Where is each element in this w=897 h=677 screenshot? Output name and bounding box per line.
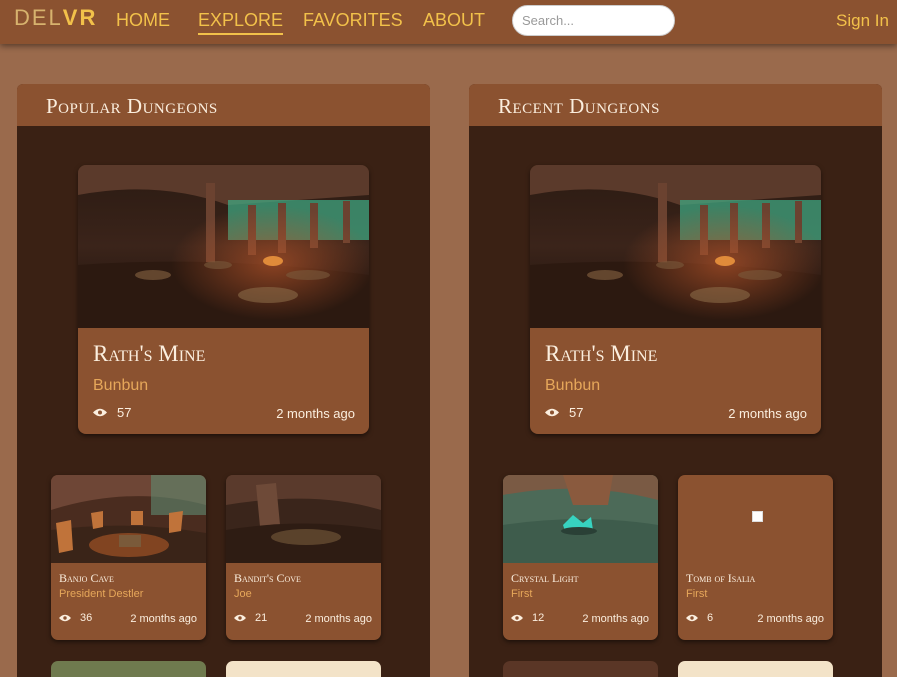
dungeon-title: Crystal Light <box>511 571 579 585</box>
dungeon-card[interactable]: Bandit's Cove Joe 21 2 months ago <box>226 475 381 640</box>
dungeon-title: Rath's Mine <box>93 341 206 366</box>
dungeon-card[interactable]: Tomb of Isalia First 6 2 months ago <box>678 475 833 640</box>
dungeon-date: 2 months ago <box>582 613 649 625</box>
dungeon-card-partial[interactable] <box>226 661 381 677</box>
dungeon-thumbnail <box>503 475 658 563</box>
sign-in-link[interactable]: Sign In <box>836 11 889 31</box>
dungeon-author-link[interactable]: President Destler <box>59 588 143 600</box>
nav-favorites-link[interactable]: FAVORITES <box>303 10 403 31</box>
search-input[interactable] <box>512 5 675 36</box>
dungeon-card-partial[interactable] <box>503 661 658 677</box>
featured-dungeon-card[interactable]: Rath's Mine Bunbun 57 2 months ago <box>78 165 369 434</box>
dungeon-title: Rath's Mine <box>545 341 658 366</box>
view-count: 6 <box>686 612 713 624</box>
view-count: 36 <box>59 612 92 624</box>
eye-icon <box>59 614 71 622</box>
dungeon-title: Tomb of Isalia <box>686 571 756 585</box>
dungeon-card-partial[interactable] <box>51 661 206 677</box>
nav-explore-link[interactable]: EXPLORE <box>198 10 284 35</box>
dungeon-title: Bandit's Cove <box>234 571 301 585</box>
recent-dungeons-panel: Recent Dungeons Rath's Mine Bunbun 57 2 … <box>469 84 882 677</box>
view-count-value: 57 <box>117 405 132 420</box>
dungeon-thumbnail <box>226 475 381 563</box>
eye-icon <box>93 408 107 417</box>
view-count: 57 <box>93 405 131 420</box>
dungeon-author-link[interactable]: Bunbun <box>93 377 148 395</box>
eye-icon <box>545 408 559 417</box>
popular-dungeons-panel: Popular Dungeons Rath's Mine Bunbun 57 2… <box>17 84 430 677</box>
view-count: 12 <box>511 612 544 624</box>
featured-dungeon-card[interactable]: Rath's Mine Bunbun 57 2 months ago <box>530 165 821 434</box>
eye-icon <box>686 614 698 622</box>
panel-heading: Popular Dungeons <box>17 84 430 126</box>
dungeon-author-link[interactable]: Bunbun <box>545 377 600 395</box>
dungeon-date: 2 months ago <box>305 613 372 625</box>
dungeon-thumbnail <box>78 165 369 328</box>
dungeon-card-partial[interactable] <box>678 661 833 677</box>
eye-icon <box>234 614 246 622</box>
dungeon-author-link[interactable]: First <box>511 588 532 600</box>
broken-image-icon <box>752 511 763 522</box>
view-count-value: 57 <box>569 405 584 420</box>
dungeon-date: 2 months ago <box>130 613 197 625</box>
dungeon-date: 2 months ago <box>757 613 824 625</box>
dungeon-author-link[interactable]: First <box>686 588 707 600</box>
view-count-value: 21 <box>255 612 268 624</box>
logo-text-del: DEL <box>14 5 63 30</box>
view-count-value: 6 <box>707 612 714 624</box>
dungeon-title: Banjo Cave <box>59 571 114 585</box>
nav-home-link[interactable]: HOME <box>116 10 170 31</box>
view-count-value: 36 <box>80 612 93 624</box>
dungeon-thumbnail <box>530 165 821 328</box>
view-count: 57 <box>545 405 583 420</box>
dungeon-date: 2 months ago <box>728 406 807 421</box>
dungeon-card[interactable]: Banjo Cave President Destler 36 2 months… <box>51 475 206 640</box>
nav-about-link[interactable]: ABOUT <box>423 10 485 31</box>
view-count-value: 12 <box>532 612 545 624</box>
dungeon-author-link[interactable]: Joe <box>234 588 252 600</box>
panel-heading: Recent Dungeons <box>469 84 882 126</box>
dungeon-date: 2 months ago <box>276 406 355 421</box>
dungeon-card[interactable]: Crystal Light First 12 2 months ago <box>503 475 658 640</box>
delvr-logo[interactable]: DEL VR <box>14 4 97 32</box>
logo-text-vr: VR <box>62 5 98 30</box>
eye-icon <box>511 614 523 622</box>
top-navbar: DELVR HOME EXPLORE FAVORITES ABOUT Sign … <box>0 0 897 44</box>
dungeon-thumbnail <box>51 475 206 563</box>
view-count: 21 <box>234 612 267 624</box>
